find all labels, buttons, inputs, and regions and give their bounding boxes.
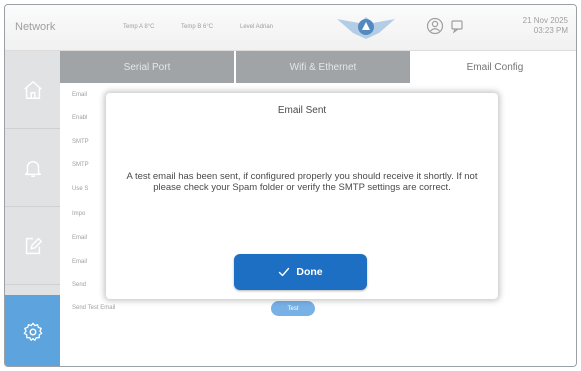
app-window: Network Temp A 8°C Temp B 6°C Level Adri… [4,4,577,367]
dialog-title: Email Sent [277,105,327,116]
checkmark-icon [279,267,290,277]
done-button-label: Done [296,266,323,278]
done-button[interactable]: Done [234,254,367,290]
email-sent-dialog: Email Sent A test email has been sent, i… [106,93,498,299]
dialog-message: A test email has been sent, if configure… [126,171,478,193]
